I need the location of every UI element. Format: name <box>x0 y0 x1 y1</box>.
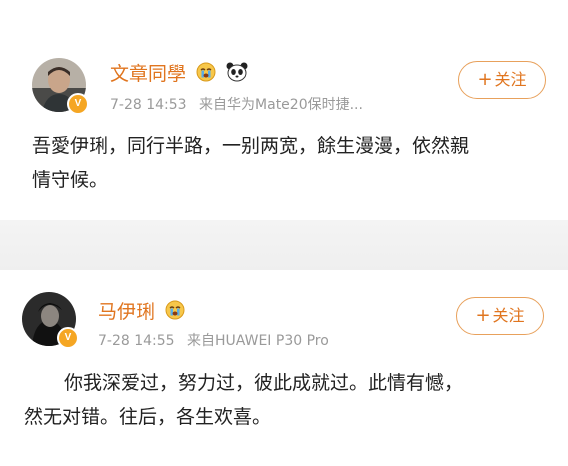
post-content-line: 情守候。 <box>32 169 109 191</box>
post-content-line: 然无对错。往后，各生欢喜。 <box>24 406 272 428</box>
avatar-post-1[interactable]: V <box>32 58 89 115</box>
post-content-line: 吾愛伊琍，同行半路，一别两宽，餘生漫漫，依然親 <box>32 135 470 157</box>
author-name[interactable]: 文章同學 <box>110 63 186 85</box>
post-source: 来自华为Mate20保时捷... <box>199 97 363 113</box>
post-time[interactable]: 7-28 14:53 <box>110 97 187 113</box>
weibo-post-2: V 马伊琍 7-28 14:55 来自HUAWEI P30 Pro + 关注 你我… <box>0 270 568 466</box>
author-name-row: 文章同學 <box>110 59 248 87</box>
post-meta: 7-28 14:55 来自HUAWEI P30 Pro <box>98 330 329 350</box>
follow-button[interactable]: + 关注 <box>458 61 546 99</box>
post-content: 你我深爱过，努力过，彼此成就过。此情有憾， 然无对错。往后，各生欢喜。 <box>24 366 554 434</box>
post-content-line: 你我深爱过，努力过，彼此成就过。此情有憾， <box>64 372 464 394</box>
feed-divider <box>0 220 568 270</box>
plus-icon: + <box>475 305 491 326</box>
crying-face-icon <box>196 62 216 87</box>
crying-face-icon <box>165 300 185 325</box>
avatar-post-2[interactable]: V <box>22 292 79 349</box>
post-time[interactable]: 7-28 14:55 <box>98 333 175 349</box>
weibo-post-1: V 文章同學 7-28 14:53 来自华为Mate20保时捷... + 关注 … <box>0 0 568 220</box>
author-name-row: 马伊琍 <box>98 297 185 325</box>
panda-icon <box>226 62 248 87</box>
post-source: 来自HUAWEI P30 Pro <box>187 333 329 349</box>
verified-badge-icon: V <box>67 93 89 115</box>
follow-label: 关注 <box>492 306 525 325</box>
follow-button[interactable]: + 关注 <box>456 297 544 335</box>
post-content: 吾愛伊琍，同行半路，一别两宽，餘生漫漫，依然親 情守候。 <box>32 129 552 197</box>
plus-icon: + <box>477 69 493 90</box>
verified-badge-icon: V <box>57 327 79 349</box>
author-name[interactable]: 马伊琍 <box>98 301 155 323</box>
follow-label: 关注 <box>494 70 527 89</box>
post-meta: 7-28 14:53 来自华为Mate20保时捷... <box>110 94 363 114</box>
